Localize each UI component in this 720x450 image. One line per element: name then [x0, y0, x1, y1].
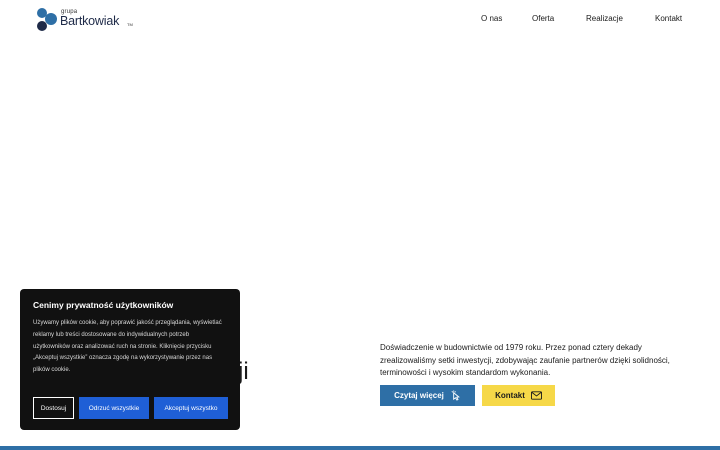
page: grupa Bartkowiak TM O nas Oferta Realiza…	[0, 0, 720, 450]
envelope-icon	[530, 391, 542, 400]
cookie-title: Cenimy prywatność użytkowników	[33, 300, 174, 310]
contact-button[interactable]: Kontakt	[482, 385, 555, 406]
bottom-accent-bar	[0, 446, 720, 450]
cookie-consent-dialog: Cenimy prywatność użytkowników Używamy p…	[20, 289, 240, 430]
nav-link-kontakt[interactable]: Kontakt	[655, 14, 682, 23]
nav-link-realizacje[interactable]: Realizacje	[586, 14, 623, 23]
cookie-reject-all-button[interactable]: Odrzuć wszystkie	[79, 397, 149, 419]
logo[interactable]: grupa Bartkowiak TM	[35, 6, 135, 32]
read-more-button[interactable]: Czytaj więcej	[380, 385, 475, 406]
hero-description: Doświadczenie w budownictwie od 1979 rok…	[380, 343, 670, 377]
cookie-accept-all-button[interactable]: Akceptuj wszystko	[154, 397, 228, 419]
read-more-label: Czytaj więcej	[394, 391, 444, 400]
pointer-click-icon	[451, 390, 460, 401]
contact-label: Kontakt	[495, 391, 525, 400]
cookie-buttons: Dostosuj Odrzuć wszystkie Akceptuj wszys…	[33, 397, 228, 419]
cookie-text: Używamy plików cookie, aby poprawić jako…	[33, 320, 222, 374]
cookie-customize-button[interactable]: Dostosuj	[33, 397, 74, 419]
nav-link-o-nas[interactable]: O nas	[481, 14, 502, 23]
nav-link-oferta[interactable]: Oferta	[532, 14, 554, 23]
site-header: grupa Bartkowiak TM O nas Oferta Realiza…	[0, 0, 720, 38]
logo-mark-icon	[37, 8, 57, 31]
logo-wordmark: Bartkowiak	[60, 14, 120, 28]
logo-trademark: TM	[127, 22, 133, 27]
